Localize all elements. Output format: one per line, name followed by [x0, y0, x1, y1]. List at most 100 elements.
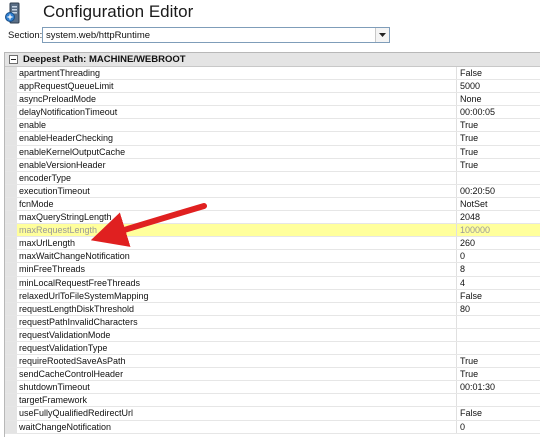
property-value[interactable]: True	[460, 133, 478, 144]
property-value[interactable]: True	[460, 147, 478, 158]
row-margin	[5, 407, 17, 420]
property-name: maxQueryStringLength	[19, 212, 112, 223]
property-value[interactable]: 0	[460, 422, 465, 433]
property-value[interactable]: 00:01:30	[460, 382, 495, 393]
property-row-minFreeThreads[interactable]: minFreeThreads 8	[5, 263, 540, 277]
property-value[interactable]: 8	[460, 264, 465, 275]
property-row-useFullyQualifiedRedirectUrl[interactable]: useFullyQualifiedRedirectUrl False	[5, 407, 540, 421]
property-row-sendCacheControlHeader[interactable]: sendCacheControlHeader True	[5, 368, 540, 382]
row-margin	[5, 315, 17, 328]
property-value[interactable]: NotSet	[460, 199, 488, 210]
property-name: requestValidationMode	[19, 329, 111, 340]
column-separator	[456, 224, 457, 237]
property-name: enableVersionHeader	[19, 159, 106, 170]
column-separator	[456, 341, 457, 355]
row-margin	[5, 67, 17, 80]
property-value[interactable]: True	[460, 120, 478, 131]
column-separator	[456, 315, 457, 328]
property-value[interactable]: None	[460, 94, 482, 105]
property-name: shutdownTimeout	[19, 382, 90, 393]
collapse-icon[interactable]	[9, 55, 18, 64]
column-separator	[456, 184, 457, 197]
property-row-requestValidationType[interactable]: requestValidationType	[5, 341, 540, 356]
row-margin	[5, 263, 17, 276]
property-row-shutdownTimeout[interactable]: shutdownTimeout 00:01:30	[5, 381, 540, 395]
section-dropdown-value: system.web/httpRuntime	[46, 30, 151, 41]
property-value[interactable]: 80	[460, 304, 470, 315]
property-value[interactable]: True	[460, 369, 478, 380]
property-row-maxUrlLength[interactable]: maxUrlLength 260	[5, 237, 540, 251]
property-name: executionTimeout	[19, 185, 90, 196]
property-value[interactable]: 00:00:05	[460, 107, 495, 118]
row-margin	[5, 237, 17, 250]
property-value[interactable]: 260	[460, 238, 475, 249]
property-row-delayNotificationTimeout[interactable]: delayNotificationTimeout 00:00:05	[5, 106, 540, 120]
column-separator	[456, 263, 457, 276]
row-margin	[5, 158, 17, 171]
property-rows: apartmentThreading False appRequestQueueLi…	[5, 67, 540, 434]
property-value[interactable]: False	[460, 68, 482, 79]
section-dropdown[interactable]: system.web/httpRuntime	[42, 27, 390, 43]
column-separator	[456, 80, 457, 93]
property-name: appRequestQueueLimit	[19, 81, 114, 92]
row-margin	[5, 132, 17, 145]
row-margin	[5, 106, 17, 119]
property-group-header[interactable]: Deepest Path: MACHINE/WEBROOT	[5, 53, 540, 67]
property-value[interactable]: 2048	[460, 212, 480, 223]
column-separator	[456, 171, 457, 184]
row-margin	[5, 302, 17, 315]
property-value[interactable]: 5000	[460, 81, 480, 92]
property-name: useFullyQualifiedRedirectUrl	[19, 408, 134, 419]
property-name: requestPathInvalidCharacters	[19, 316, 138, 327]
property-row-maxQueryStringLength[interactable]: maxQueryStringLength 2048	[5, 211, 540, 225]
property-row-appRequestQueueLimit[interactable]: appRequestQueueLimit 5000	[5, 80, 540, 94]
row-margin	[5, 211, 17, 224]
property-value[interactable]: 00:20:50	[460, 186, 495, 197]
property-value[interactable]: 4	[460, 278, 465, 289]
property-row-requestValidationMode[interactable]: requestValidationMode	[5, 328, 540, 342]
dropdown-arrow-icon[interactable]	[375, 28, 389, 42]
property-value[interactable]: False	[460, 291, 482, 302]
property-row-enableVersionHeader[interactable]: enableVersionHeader True	[5, 158, 540, 172]
property-row-enable[interactable]: enable True	[5, 119, 540, 133]
property-value[interactable]: 100000	[460, 225, 490, 236]
property-row-maxRequestLength[interactable]: maxRequestLength 100000	[5, 224, 540, 238]
column-separator	[456, 197, 457, 211]
property-row-waitChangeNotification[interactable]: waitChangeNotification 0	[5, 420, 540, 434]
configuration-editor-window: Configuration Editor Section: system.web…	[0, 0, 540, 437]
property-row-requireRootedSaveAsPath[interactable]: requireRootedSaveAsPath True	[5, 355, 540, 369]
property-row-enableKernelOutputCache[interactable]: enableKernelOutputCache True	[5, 145, 540, 159]
property-value[interactable]: 0	[460, 251, 465, 262]
property-row-asyncPreloadMode[interactable]: asyncPreloadMode None	[5, 93, 540, 107]
property-grid: Deepest Path: MACHINE/WEBROOT apartmentT…	[4, 52, 540, 437]
property-row-apartmentThreading[interactable]: apartmentThreading False	[5, 67, 540, 81]
property-row-requestPathInvalidCharacters[interactable]: requestPathInvalidCharacters	[5, 315, 540, 329]
row-margin	[5, 368, 17, 381]
property-row-executionTimeout[interactable]: executionTimeout 00:20:50	[5, 184, 540, 198]
property-value[interactable]: False	[460, 408, 482, 419]
property-row-maxWaitChangeNotification[interactable]: maxWaitChangeNotification 0	[5, 250, 540, 264]
column-separator	[456, 145, 457, 158]
row-margin	[5, 355, 17, 368]
row-margin	[5, 171, 17, 184]
property-row-encoderType[interactable]: encoderType	[5, 171, 540, 185]
column-separator	[456, 67, 457, 80]
column-separator	[456, 328, 457, 341]
column-separator	[456, 368, 457, 381]
property-name: asyncPreloadMode	[19, 94, 97, 105]
property-row-fcnMode[interactable]: fcnMode NotSet	[5, 197, 540, 212]
property-name: sendCacheControlHeader	[19, 369, 124, 380]
editor-header: Configuration Editor	[0, 0, 540, 26]
property-name: targetFramework	[19, 395, 88, 406]
row-margin	[5, 93, 17, 106]
property-value[interactable]: True	[460, 160, 478, 171]
row-margin	[5, 289, 17, 302]
property-row-requestLengthDiskThreshold[interactable]: requestLengthDiskThreshold 80	[5, 302, 540, 316]
property-row-enableHeaderChecking[interactable]: enableHeaderChecking True	[5, 132, 540, 146]
property-row-relaxedUrlToFileSystemMapping[interactable]: relaxedUrlToFileSystemMapping False	[5, 289, 540, 303]
property-row-minLocalRequestFreeThreads[interactable]: minLocalRequestFreeThreads 4	[5, 276, 540, 290]
column-separator	[456, 158, 457, 171]
property-row-targetFramework[interactable]: targetFramework	[5, 394, 540, 408]
property-value[interactable]: True	[460, 356, 478, 367]
property-name: minLocalRequestFreeThreads	[19, 277, 141, 288]
